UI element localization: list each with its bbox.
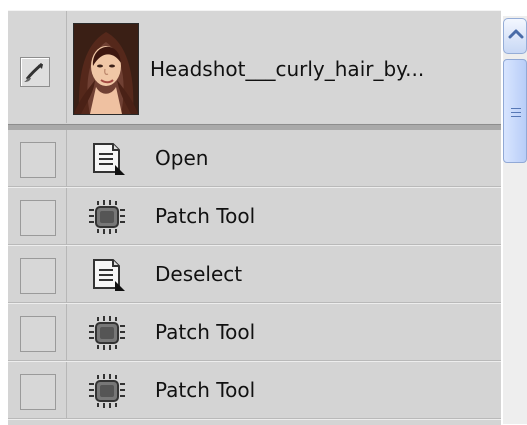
history-state-label: Deselect [155, 262, 243, 286]
row-divider [66, 304, 67, 361]
history-state-row[interactable]: Patch Tool [8, 304, 501, 362]
history-state-label: Patch Tool [155, 378, 256, 402]
history-state-label: Patch Tool [155, 204, 256, 228]
row-divider [66, 130, 67, 187]
history-panel: Headshot___curly_hair_by... Open Patch T… [0, 0, 527, 425]
scrollbar-thumb[interactable] [503, 59, 527, 163]
history-state-checkbox[interactable] [20, 316, 56, 352]
scrollbar-grip-line [511, 116, 521, 117]
history-state-row[interactable]: Patch Tool [8, 362, 501, 420]
patch-tool-icon [89, 200, 125, 234]
history-state-checkbox[interactable] [20, 142, 56, 178]
history-state-label: Patch Tool [155, 320, 256, 344]
row-divider [66, 246, 67, 303]
row-divider [66, 362, 67, 419]
history-state-checkbox[interactable] [20, 374, 56, 410]
history-state-row[interactable]: Open [8, 130, 501, 188]
patch-tool-icon [89, 374, 125, 408]
history-state-label: Open [155, 146, 209, 170]
row-divider [66, 188, 67, 245]
history-snapshot-row[interactable]: Headshot___curly_hair_by... [8, 11, 501, 123]
snapshot-thumbnail [73, 23, 139, 115]
snapshot-name: Headshot___curly_hair_by... [150, 57, 425, 81]
scroll-up-button[interactable] [503, 18, 527, 54]
scrollbar-grip-line [511, 108, 521, 109]
document-icon [93, 259, 125, 291]
document-icon [93, 143, 125, 175]
history-list: Headshot___curly_hair_by... Open Patch T… [8, 10, 501, 425]
history-state-row[interactable]: Patch Tool [8, 188, 501, 246]
chevron-up-icon [508, 29, 524, 39]
history-state-row[interactable]: Deselect [8, 246, 501, 304]
history-state-checkbox[interactable] [20, 258, 56, 294]
patch-tool-icon [89, 316, 125, 350]
history-state-checkbox[interactable] [20, 200, 56, 236]
history-brush-source-toggle[interactable] [20, 57, 50, 87]
scrollbar-grip-line [511, 112, 521, 113]
history-brush-icon [24, 62, 43, 82]
